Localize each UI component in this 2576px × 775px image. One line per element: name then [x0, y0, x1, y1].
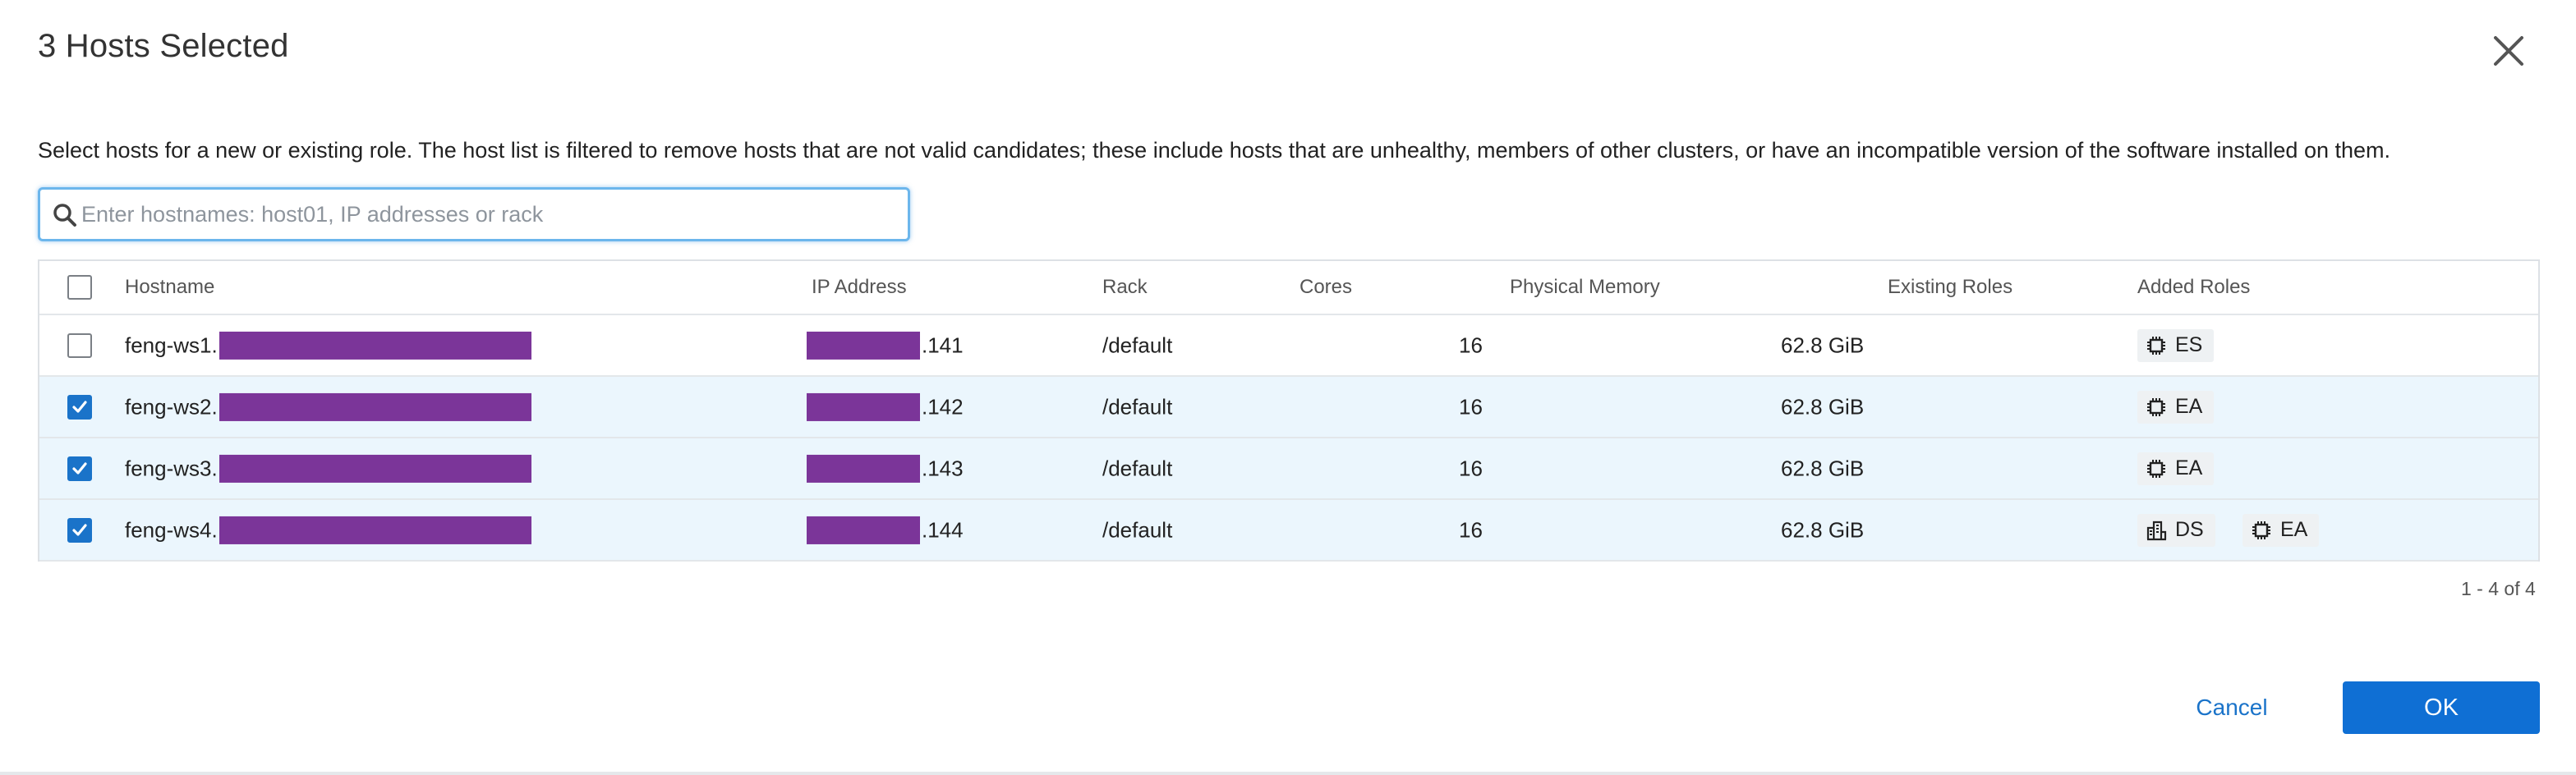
- host-search[interactable]: [38, 187, 910, 241]
- hostname-text: feng-ws3.: [125, 456, 218, 481]
- role-badge[interactable]: ES: [2137, 328, 2215, 362]
- role-badge[interactable]: EA: [2137, 390, 2215, 424]
- hostname-cell: feng-ws3.: [125, 454, 531, 483]
- memory-cell: 62.8 GiB: [1781, 332, 1865, 357]
- row-checkbox[interactable]: [67, 332, 92, 358]
- role-label: EA: [2280, 518, 2308, 541]
- column-header-ip[interactable]: IP Address: [812, 276, 907, 299]
- memory-cell: 62.8 GiB: [1781, 394, 1865, 419]
- ip-suffix: .142: [922, 394, 964, 420]
- table-row[interactable]: feng-ws3. .143/default 16 62.8 GiB EA: [39, 438, 2538, 500]
- redacted-block: [218, 516, 531, 544]
- ip-suffix: .141: [922, 332, 964, 358]
- cores-cell: 16: [1459, 456, 1483, 480]
- table-row[interactable]: feng-ws4. .144/default 16 62.8 GiB DS EA: [39, 500, 2538, 562]
- row-checkbox[interactable]: [67, 456, 92, 481]
- hostname-cell: feng-ws4.: [125, 516, 531, 544]
- rack-cell: /default: [1102, 394, 1173, 419]
- redacted-block: [218, 454, 531, 483]
- role-badge[interactable]: EA: [2137, 452, 2215, 485]
- column-header-rack[interactable]: Rack: [1102, 276, 1148, 299]
- ip-suffix: .144: [922, 517, 964, 543]
- building-icon: [2146, 520, 2175, 541]
- column-header-hostname[interactable]: Hostname: [125, 276, 214, 299]
- redacted-block: [807, 331, 920, 360]
- ip-cell: .143: [807, 454, 964, 483]
- chip-icon: [2251, 520, 2280, 541]
- role-label: DS: [2175, 518, 2204, 541]
- ip-cell: .144: [807, 516, 964, 544]
- cores-cell: 16: [1459, 394, 1483, 419]
- redacted-block: [807, 516, 920, 544]
- ip-suffix: .143: [922, 456, 964, 481]
- table-row[interactable]: feng-ws2. .142/default 16 62.8 GiB EA: [39, 377, 2538, 438]
- rack-cell: /default: [1102, 456, 1173, 480]
- search-icon: [53, 204, 76, 227]
- hosts-table: Hostname IP Address Rack Cores Physical …: [38, 259, 2540, 562]
- chip-icon: [2146, 335, 2175, 356]
- role-label: ES: [2175, 333, 2203, 356]
- search-input[interactable]: [81, 196, 886, 232]
- column-header-memory[interactable]: Physical Memory: [1510, 276, 1660, 299]
- select-all-checkbox[interactable]: [67, 275, 92, 300]
- role-badge[interactable]: DS: [2137, 513, 2215, 547]
- ip-cell: .142: [807, 392, 964, 421]
- redacted-block: [807, 454, 920, 483]
- table-header: Hostname IP Address Rack Cores Physical …: [39, 261, 2538, 315]
- chip-icon: [2146, 397, 2175, 418]
- rack-cell: /default: [1102, 332, 1173, 357]
- hostname-text: feng-ws4.: [125, 517, 218, 543]
- row-checkbox[interactable]: [67, 517, 92, 543]
- redacted-block: [807, 392, 920, 421]
- redacted-block: [218, 392, 531, 421]
- column-header-added-roles[interactable]: Added Roles: [2137, 276, 2250, 299]
- ok-button[interactable]: OK: [2343, 681, 2540, 734]
- memory-cell: 62.8 GiB: [1781, 456, 1865, 480]
- role-label: EA: [2175, 395, 2203, 418]
- redacted-block: [218, 331, 531, 360]
- column-header-cores[interactable]: Cores: [1300, 276, 1352, 299]
- close-button[interactable]: [2487, 30, 2530, 72]
- hostname-cell: feng-ws1.: [125, 331, 531, 360]
- hostname-text: feng-ws2.: [125, 394, 218, 420]
- cores-cell: 16: [1459, 332, 1483, 357]
- row-checkbox[interactable]: [67, 394, 92, 420]
- close-icon: [2494, 36, 2523, 66]
- hostname-cell: feng-ws2.: [125, 392, 531, 421]
- chip-icon: [2146, 458, 2175, 479]
- role-badge[interactable]: EA: [2242, 513, 2320, 547]
- role-label: EA: [2175, 456, 2203, 479]
- memory-cell: 62.8 GiB: [1781, 517, 1865, 542]
- hostname-text: feng-ws1.: [125, 332, 218, 358]
- table-row[interactable]: feng-ws1. .141/default 16 62.8 GiB ES: [39, 315, 2538, 377]
- cores-cell: 16: [1459, 517, 1483, 542]
- column-header-existing-roles[interactable]: Existing Roles: [1888, 276, 2012, 299]
- dialog-title: 3 Hosts Selected: [38, 28, 289, 64]
- cancel-button[interactable]: Cancel: [2178, 681, 2285, 734]
- dialog-description: Select hosts for a new or existing role.…: [38, 138, 2391, 163]
- rack-cell: /default: [1102, 517, 1173, 542]
- ip-cell: .141: [807, 331, 964, 360]
- pagination-info: 1 - 4 of 4: [2461, 578, 2536, 599]
- divider: [0, 772, 2576, 775]
